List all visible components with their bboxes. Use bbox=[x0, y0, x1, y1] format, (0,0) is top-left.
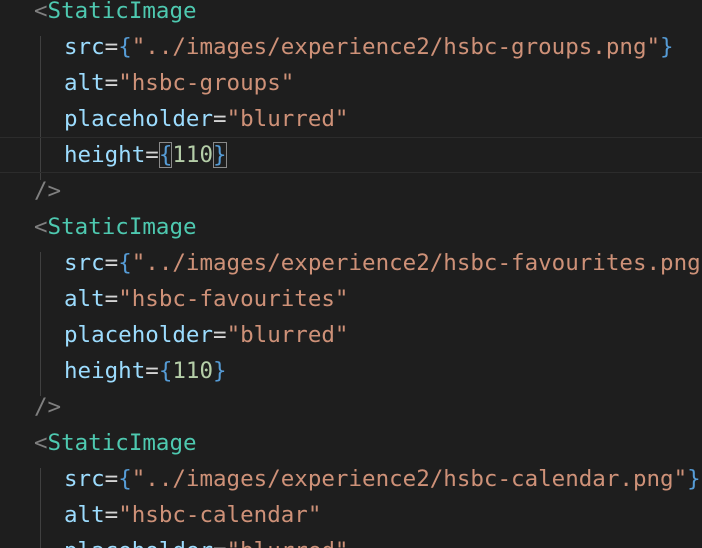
placeholder-attribute: placeholder="blurred" bbox=[64, 106, 349, 132]
alt-attribute: alt="hsbc-groups" bbox=[64, 70, 295, 96]
jsx-self-close: /> bbox=[34, 394, 62, 420]
src-attribute: src={"../images/experience2/hsbc-calenda… bbox=[64, 466, 701, 492]
jsx-self-close: /> bbox=[34, 178, 62, 204]
code-line[interactable]: <StaticImage bbox=[0, 425, 702, 461]
height-attribute: height={110} bbox=[64, 142, 227, 168]
code-line[interactable]: src={"../images/experience2/hsbc-calenda… bbox=[0, 461, 702, 497]
component-name: StaticImage bbox=[47, 0, 197, 24]
component-name: StaticImage bbox=[47, 430, 197, 456]
jsx-open-tag: <StaticImage bbox=[34, 214, 197, 240]
bracket-match-highlight: } bbox=[213, 142, 227, 168]
code-line[interactable]: <StaticImage bbox=[0, 0, 702, 29]
src-attribute: src={"../images/experience2/hsbc-favouri… bbox=[64, 250, 702, 276]
jsx-open-tag: <StaticImage bbox=[34, 0, 197, 24]
height-attribute: height={110} bbox=[64, 358, 227, 384]
code-line[interactable]: <StaticImage bbox=[0, 209, 702, 245]
placeholder-attribute: placeholder="blurred" bbox=[64, 533, 348, 548]
code-line[interactable]: alt="hsbc-calendar" bbox=[0, 497, 702, 533]
placeholder-attribute: placeholder="blurred" bbox=[64, 322, 349, 348]
code-line[interactable]: height={110} bbox=[0, 353, 702, 389]
code-line[interactable]: /> bbox=[0, 173, 702, 209]
src-attribute: src={"../images/experience2/hsbc-groups.… bbox=[64, 34, 674, 60]
alt-attribute: alt="hsbc-favourites" bbox=[64, 286, 349, 312]
code-line[interactable]: /> bbox=[0, 389, 702, 425]
component-name: StaticImage bbox=[47, 214, 197, 240]
code-line[interactable]: alt="hsbc-groups" bbox=[0, 65, 702, 101]
active-code-line[interactable]: height={110} bbox=[0, 137, 702, 173]
bracket-match-highlight: { bbox=[158, 142, 173, 168]
code-line[interactable]: placeholder="blurred" bbox=[0, 533, 702, 548]
code-line[interactable]: placeholder="blurred" bbox=[0, 101, 702, 137]
alt-attribute: alt="hsbc-calendar" bbox=[64, 502, 322, 528]
code-line[interactable]: alt="hsbc-favourites" bbox=[0, 281, 702, 317]
jsx-open-tag: <StaticImage bbox=[34, 430, 197, 456]
code-editor[interactable]: <StaticImage src={"../images/experience2… bbox=[0, 0, 702, 548]
code-line[interactable]: src={"../images/experience2/hsbc-groups.… bbox=[0, 29, 702, 65]
code-line[interactable]: placeholder="blurred" bbox=[0, 317, 702, 353]
code-line[interactable]: src={"../images/experience2/hsbc-favouri… bbox=[0, 245, 702, 281]
